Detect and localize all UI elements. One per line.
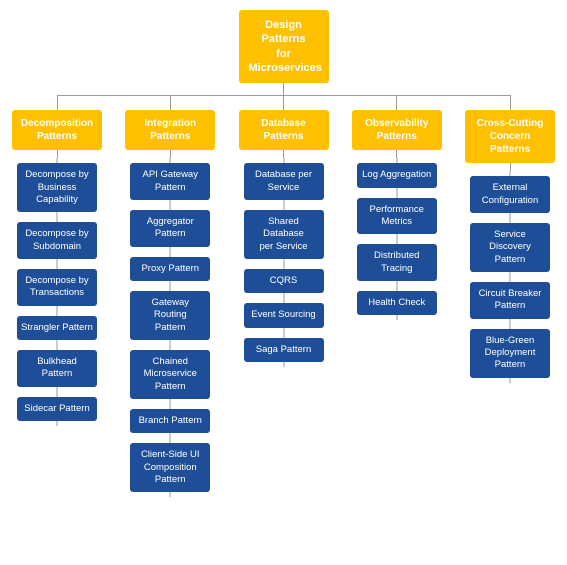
col-items-decomposition: Decompose by Business Capability Decompos… <box>7 158 107 426</box>
item-box[interactable]: Blue-Green Deployment Pattern <box>470 329 550 378</box>
list-item: Gateway Routing Pattern <box>120 286 220 345</box>
vert-gap <box>170 150 171 158</box>
vert-gap <box>510 163 511 171</box>
list-item: Bulkhead Pattern <box>7 345 107 392</box>
root-connector <box>283 83 284 95</box>
col-top-line <box>283 95 284 110</box>
item-box[interactable]: Decompose by Transactions <box>17 269 97 306</box>
vert-gap <box>57 150 58 158</box>
item-box[interactable]: Performance Metrics <box>357 198 437 235</box>
list-item: Event Sourcing <box>234 298 334 332</box>
item-box[interactable]: Distributed Tracing <box>357 244 437 281</box>
item-box[interactable]: Client-Side UI Composition Pattern <box>130 443 210 492</box>
vert-gap <box>283 150 284 158</box>
item-box[interactable]: External Configuration <box>470 176 550 213</box>
item-box[interactable]: Health Check <box>357 291 437 315</box>
item-box[interactable]: Strangler Pattern <box>17 316 97 340</box>
col-header-observability: Observability Patterns <box>352 110 442 150</box>
list-item: CQRS <box>234 264 334 298</box>
list-item: Proxy Pattern <box>120 252 220 286</box>
col-top-line <box>510 95 511 110</box>
col-header-integration: Integration Patterns <box>125 110 215 150</box>
col-items-database: Database per Service Shared Database per … <box>234 158 334 367</box>
item-box[interactable]: CQRS <box>244 269 324 293</box>
item-box[interactable]: Decompose by Business Capability <box>17 163 97 212</box>
item-box[interactable]: Event Sourcing <box>244 303 324 327</box>
item-box[interactable]: Bulkhead Pattern <box>17 350 97 387</box>
col-items-observability: Log Aggregation Performance Metrics Distri… <box>347 158 447 320</box>
item-box[interactable]: Shared Database per Service <box>244 210 324 259</box>
list-item: Service Discovery Pattern <box>460 218 560 277</box>
diagram: Design Patterns for Microservices Decomp… <box>0 0 567 507</box>
vert-gap <box>396 150 397 158</box>
list-item: Branch Pattern <box>120 404 220 438</box>
list-item: Sidecar Pattern <box>7 392 107 426</box>
list-item: External Configuration <box>460 171 560 218</box>
list-item: Log Aggregation <box>347 158 447 192</box>
list-item: Strangler Pattern <box>7 311 107 345</box>
list-item: Client-Side UI Composition Pattern <box>120 438 220 497</box>
col-header-crosscutting: Cross-Cutting Concern Patterns <box>465 110 555 163</box>
item-box[interactable]: Chained Microservice Pattern <box>130 350 210 399</box>
column-database: Database Patterns Database per Service Sha… <box>234 95 334 367</box>
col-top-line <box>57 95 58 110</box>
list-item: Distributed Tracing <box>347 239 447 286</box>
list-item: Decompose by Business Capability <box>7 158 107 217</box>
list-item: Health Check <box>347 286 447 320</box>
item-box[interactable]: Service Discovery Pattern <box>470 223 550 272</box>
list-item: Shared Database per Service <box>234 205 334 264</box>
col-items-crosscutting: External Configuration Service Discovery … <box>460 171 560 382</box>
list-item: Performance Metrics <box>347 193 447 240</box>
col-top-line <box>396 95 397 110</box>
list-item: Saga Pattern <box>234 333 334 367</box>
list-item: Decompose by Subdomain <box>7 217 107 264</box>
item-box[interactable]: Gateway Routing Pattern <box>130 291 210 340</box>
item-box[interactable]: Aggregator Pattern <box>130 210 210 247</box>
list-item: Blue-Green Deployment Pattern <box>460 324 560 383</box>
list-item: API Gateway Pattern <box>120 158 220 205</box>
item-box[interactable]: Sidecar Pattern <box>17 397 97 421</box>
column-decomposition: Decomposition Patterns Decompose by Busin… <box>7 95 107 426</box>
item-box[interactable]: Branch Pattern <box>130 409 210 433</box>
item-box[interactable]: API Gateway Pattern <box>130 163 210 200</box>
item-box[interactable]: Decompose by Subdomain <box>17 222 97 259</box>
list-item: Database per Service <box>234 158 334 205</box>
list-item: Chained Microservice Pattern <box>120 345 220 404</box>
column-crosscutting: Cross-Cutting Concern Patterns External C… <box>460 95 560 382</box>
columns-wrapper: Decomposition Patterns Decompose by Busin… <box>5 95 562 497</box>
item-box[interactable]: Database per Service <box>244 163 324 200</box>
list-item: Aggregator Pattern <box>120 205 220 252</box>
item-box[interactable]: Saga Pattern <box>244 338 324 362</box>
item-box[interactable]: Log Aggregation <box>357 163 437 187</box>
column-integration: Integration PatternsAPI Gateway PatternA… <box>120 95 220 497</box>
column-observability: Observability Patterns Log Aggregation Per… <box>347 95 447 320</box>
list-item: Decompose by Transactions <box>7 264 107 311</box>
col-header-database: Database Patterns <box>239 110 329 150</box>
list-item: Circuit Breaker Pattern <box>460 277 560 324</box>
col-top-line <box>170 95 171 110</box>
root-node: Design Patterns for Microservices <box>239 10 329 83</box>
col-items-integration: API Gateway Pattern Aggregator Pattern Pro… <box>120 158 220 497</box>
item-box[interactable]: Proxy Pattern <box>130 257 210 281</box>
col-header-decomposition: Decomposition Patterns <box>12 110 102 150</box>
item-box[interactable]: Circuit Breaker Pattern <box>470 282 550 319</box>
